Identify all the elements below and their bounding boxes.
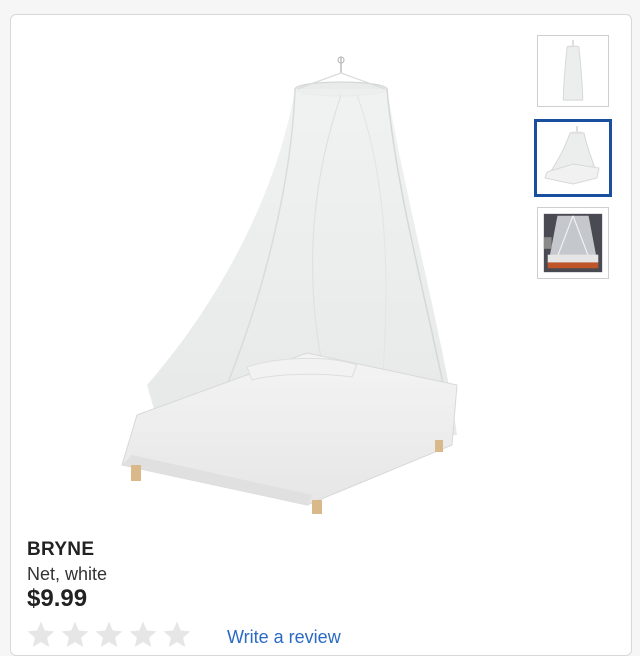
star-rating[interactable] [25, 619, 193, 651]
star-icon[interactable] [25, 619, 57, 651]
canopy-bed-thumbnail-icon [537, 122, 609, 194]
canopy-net-thumbnail-icon [538, 36, 608, 106]
product-price: $9.99 [27, 585, 88, 612]
thumbnail-canopy-net-room-photo[interactable] [537, 207, 609, 279]
canopy-bed-illustration [121, 56, 458, 514]
write-review-link[interactable]: Write a review [227, 627, 341, 648]
product-description: Net, white [27, 564, 108, 584]
star-icon[interactable] [161, 619, 193, 651]
star-icon[interactable] [59, 619, 91, 651]
star-icon[interactable] [127, 619, 159, 651]
product-card: BRYNE Net, white $9.99 Write a review [10, 14, 632, 656]
thumbnail-canopy-net-only[interactable] [537, 35, 609, 107]
product-name: BRYNE [27, 539, 95, 560]
room-photo-thumbnail-icon [538, 208, 608, 278]
main-product-image[interactable] [107, 55, 467, 525]
star-icon[interactable] [93, 619, 125, 651]
thumbnail-canopy-net-over-bed[interactable] [534, 119, 612, 197]
